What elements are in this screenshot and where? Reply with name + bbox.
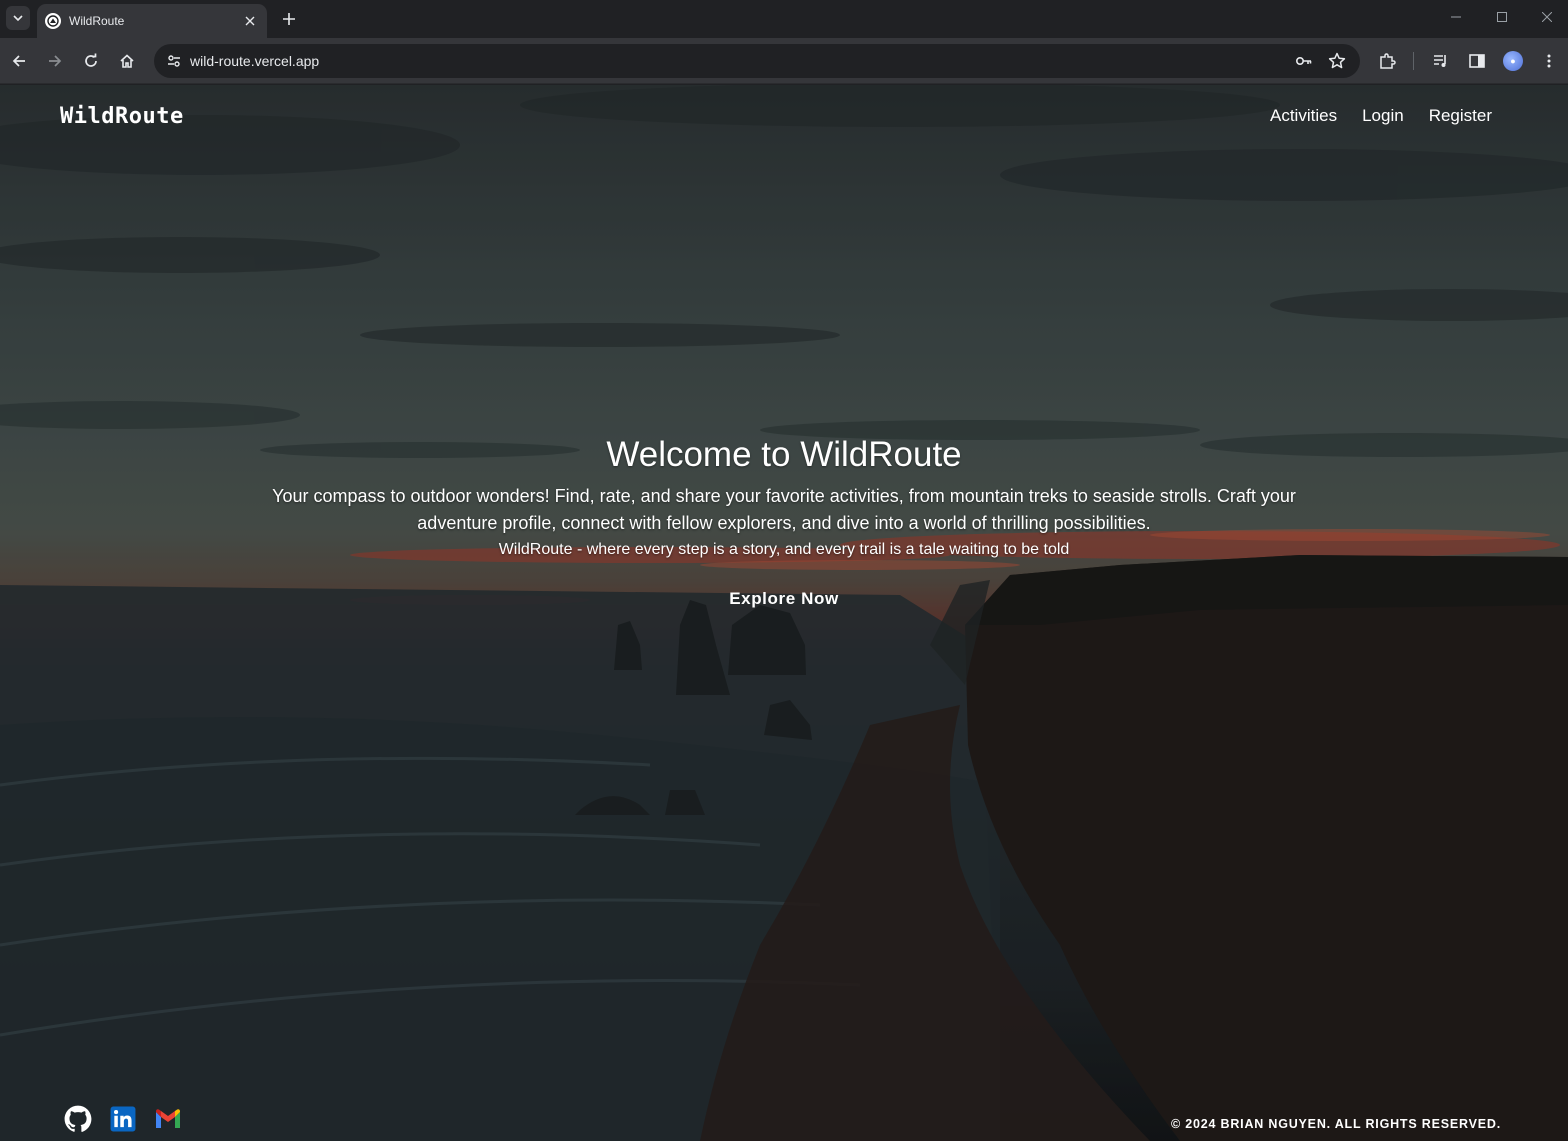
tab-search-button[interactable] — [6, 6, 30, 30]
site-navbar: WildRoute Activities Login Register — [0, 85, 1568, 149]
home-icon — [120, 54, 134, 68]
bookmark-star-icon[interactable] — [1325, 49, 1349, 73]
hero-overlay — [0, 85, 1568, 1141]
site-footer: © 2024 BRIAN NGUYEN. ALL RIGHTS RESERVED… — [0, 1103, 1568, 1141]
explore-now-button[interactable]: Explore Now — [729, 589, 839, 609]
window-minimize-button[interactable] — [1433, 0, 1479, 34]
chevron-down-icon — [13, 15, 23, 22]
tab-title: WildRoute — [69, 14, 125, 28]
github-icon[interactable] — [64, 1105, 92, 1133]
page-viewport: WildRoute Activities Login Register Welc… — [0, 85, 1568, 1141]
brand-logo[interactable]: WildRoute — [60, 104, 184, 129]
browser-tab[interactable]: WildRoute — [37, 4, 267, 38]
browser-toolbar: wild-route.vercel.app ● — [0, 38, 1568, 84]
window-close-button[interactable] — [1524, 0, 1568, 34]
media-controls-icon — [1434, 55, 1446, 67]
back-button[interactable] — [6, 48, 32, 74]
nav-links: Activities Login Register — [1270, 106, 1492, 126]
address-bar[interactable]: wild-route.vercel.app — [154, 44, 1360, 78]
password-key-icon[interactable] — [1292, 49, 1316, 73]
browser-tabstrip: WildRoute — [0, 0, 1568, 38]
new-tab-button[interactable] — [278, 8, 300, 30]
hero-title: Welcome to WildRoute — [606, 435, 962, 474]
site-settings-icon[interactable] — [162, 49, 186, 73]
extensions-puzzle-icon — [1380, 53, 1396, 69]
hero-tagline: WildRoute - where every step is a story,… — [498, 541, 1070, 558]
minimize-icon — [1451, 16, 1461, 18]
media-controls-button[interactable] — [1428, 48, 1454, 74]
home-button[interactable] — [114, 48, 140, 74]
maximize-icon — [1497, 12, 1507, 22]
window-maximize-button[interactable] — [1479, 0, 1525, 34]
close-icon — [245, 16, 255, 26]
more-vert-icon — [1547, 54, 1551, 68]
nav-link-activities[interactable]: Activities — [1270, 106, 1337, 126]
reload-icon — [85, 53, 97, 67]
copyright-text: © 2024 BRIAN NGUYEN. ALL RIGHTS RESERVED… — [1170, 1117, 1501, 1131]
linkedin-icon[interactable] — [109, 1105, 137, 1133]
side-panel-button[interactable] — [1464, 48, 1490, 74]
extensions-button[interactable] — [1374, 48, 1400, 74]
plus-icon — [283, 13, 295, 25]
back-arrow-icon — [12, 55, 25, 67]
site-favicon-icon — [45, 13, 61, 29]
more-menu-button[interactable] — [1536, 48, 1562, 74]
nav-link-login[interactable]: Login — [1362, 106, 1404, 126]
hero-section: Welcome to WildRoute Your compass to out… — [0, 431, 1568, 609]
forward-button[interactable] — [42, 48, 68, 74]
gmail-icon[interactable] — [154, 1105, 182, 1133]
url-text[interactable]: wild-route.vercel.app — [190, 53, 319, 69]
forward-arrow-icon — [49, 55, 62, 67]
nav-link-register[interactable]: Register — [1429, 106, 1492, 126]
hero-description: Your compass to outdoor wonders! Find, r… — [272, 486, 1296, 533]
reload-button[interactable] — [78, 48, 104, 74]
toolbar-divider — [1413, 52, 1414, 70]
tab-close-button[interactable] — [241, 12, 259, 30]
side-panel-icon — [1469, 54, 1485, 68]
profile-avatar-icon[interactable]: ● — [1503, 51, 1523, 71]
close-icon — [1542, 12, 1552, 22]
